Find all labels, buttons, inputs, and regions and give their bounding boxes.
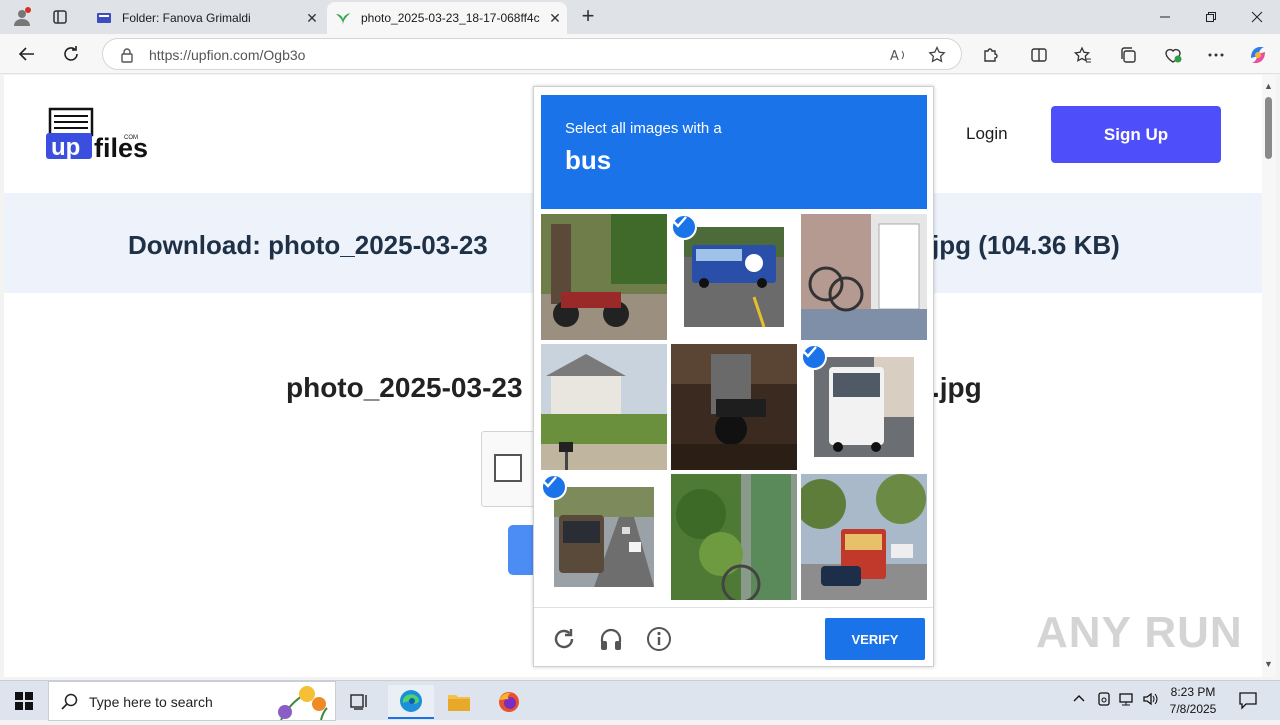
captcha-header: Select all images with a bus	[541, 95, 927, 209]
tile-house-mailbox[interactable]	[541, 344, 667, 470]
restore-icon[interactable]	[1188, 0, 1234, 34]
tab-folder[interactable]: Folder: Fanova Grimaldi ✕	[88, 2, 324, 34]
tile-motorcycle-tree[interactable]	[541, 214, 667, 340]
network-icon[interactable]	[1118, 691, 1136, 710]
signup-button[interactable]: Sign Up	[1051, 106, 1221, 163]
close-window-icon[interactable]	[1234, 0, 1280, 34]
read-aloud-icon[interactable]: A	[889, 45, 909, 65]
captcha-object: bus	[565, 145, 612, 175]
file-explorer-icon[interactable]	[436, 685, 482, 719]
scroll-up-icon[interactable]: ▲	[1264, 81, 1273, 91]
tab-close-icon[interactable]: ✕	[543, 10, 567, 27]
url-text[interactable]: https://upfion.com/Ogb3o	[149, 47, 305, 63]
more-menu-icon[interactable]	[1202, 42, 1230, 68]
scroll-thumb[interactable]	[1265, 97, 1272, 159]
captcha-instruction: Select all images with a	[565, 120, 722, 137]
tile-motorcycle-dark[interactable]	[671, 344, 797, 470]
address-bar[interactable]: https://upfion.com/Ogb3o A	[102, 38, 962, 70]
refresh-icon[interactable]	[56, 40, 86, 68]
leaf-favicon-icon	[335, 10, 351, 26]
tab-title: photo_2025-03-23_18-17-068ff4c	[361, 11, 540, 25]
svg-text:A: A	[890, 49, 899, 63]
upfiles-favicon-icon	[96, 10, 112, 26]
verify-button[interactable]: VERIFY	[825, 618, 925, 660]
flowers-highlight-icon	[261, 684, 333, 725]
volume-icon[interactable]	[1142, 691, 1160, 710]
selected-check-icon	[541, 474, 567, 500]
download-title-size: jpg (104.36 KB)	[932, 230, 1120, 260]
captcha-footer: VERIFY	[534, 607, 933, 667]
refresh-challenge-icon[interactable]	[551, 626, 577, 652]
lock-icon[interactable]	[117, 45, 137, 65]
audio-challenge-icon[interactable]	[598, 626, 624, 652]
search-placeholder: Type here to search	[89, 694, 213, 710]
captcha-checkbox[interactable]	[494, 454, 522, 482]
tile-bus-white-rear[interactable]	[801, 344, 927, 470]
profile-icon[interactable]	[8, 4, 36, 30]
favorites-icon[interactable]	[1069, 42, 1097, 68]
tab-actions-icon[interactable]	[46, 4, 74, 30]
search-icon	[61, 693, 79, 716]
selected-check-icon	[801, 344, 827, 370]
login-link[interactable]: Login	[966, 124, 1008, 144]
address-toolbar: https://upfion.com/Ogb3o A	[0, 34, 1280, 74]
tab-strip: Folder: Fanova Grimaldi ✕ photo_2025-03-…	[0, 0, 1280, 34]
tile-bicycles-door[interactable]	[801, 214, 927, 340]
tile-bicycle-plants[interactable]	[671, 474, 797, 600]
minimize-icon[interactable]	[1142, 0, 1188, 34]
svg-text:COM: COM	[124, 135, 138, 141]
tab-close-icon[interactable]: ✕	[300, 10, 324, 27]
device-icon[interactable]	[1096, 691, 1112, 710]
download-title: Download: photo_2025-03-23	[128, 230, 488, 260]
copilot-icon[interactable]	[1244, 42, 1272, 68]
info-icon[interactable]	[646, 626, 672, 652]
captcha-challenge: Select all images with a bus VERIFY	[533, 86, 934, 667]
favorite-star-icon[interactable]	[927, 45, 947, 65]
windows-taskbar: Type here to search 8:23 PM 7/8/2025	[0, 680, 1280, 721]
firefox-icon[interactable]	[486, 685, 532, 719]
tile-bus-highway[interactable]	[541, 474, 667, 600]
captcha-checkbox-widget	[481, 431, 541, 507]
anyrun-watermark: ANY RUN	[1036, 608, 1243, 657]
clock-time: 8:23 PM	[1170, 685, 1216, 699]
windows-start-icon[interactable]	[0, 681, 48, 721]
clock[interactable]: 8:23 PM 7/8/2025	[1160, 684, 1226, 718]
clock-date: 7/8/2025	[1169, 702, 1217, 716]
split-screen-icon[interactable]	[1025, 42, 1053, 68]
scroll-down-icon[interactable]: ▼	[1264, 659, 1273, 669]
collections-icon[interactable]	[1114, 42, 1142, 68]
tab-photo[interactable]: photo_2025-03-23_18-17-068ff4c ✕	[327, 2, 567, 34]
tray-chevron-icon[interactable]	[1072, 691, 1086, 708]
browser-essentials-icon[interactable]	[1159, 42, 1187, 68]
taskbar-search[interactable]: Type here to search	[48, 681, 336, 721]
new-tab-button[interactable]: +	[576, 4, 600, 30]
svg-text:files: files	[94, 133, 148, 163]
task-view-icon[interactable]	[337, 685, 383, 719]
selected-check-icon	[671, 214, 697, 240]
tile-bus-street[interactable]	[801, 474, 927, 600]
back-icon[interactable]	[12, 40, 42, 68]
upfiles-logo[interactable]: up files COM	[46, 105, 156, 163]
extensions-icon[interactable]	[977, 42, 1005, 68]
file-name-extension: .jpg	[932, 372, 982, 403]
page-scrollbar[interactable]: ▲ ▼	[1262, 75, 1276, 677]
tab-title: Folder: Fanova Grimaldi	[122, 11, 251, 25]
file-name-heading: photo_2025-03-23	[286, 372, 523, 403]
tile-bus-blue[interactable]	[671, 214, 797, 340]
notifications-icon[interactable]	[1238, 690, 1258, 713]
edge-taskbar-icon[interactable]	[388, 685, 434, 719]
svg-text:up: up	[51, 134, 80, 161]
